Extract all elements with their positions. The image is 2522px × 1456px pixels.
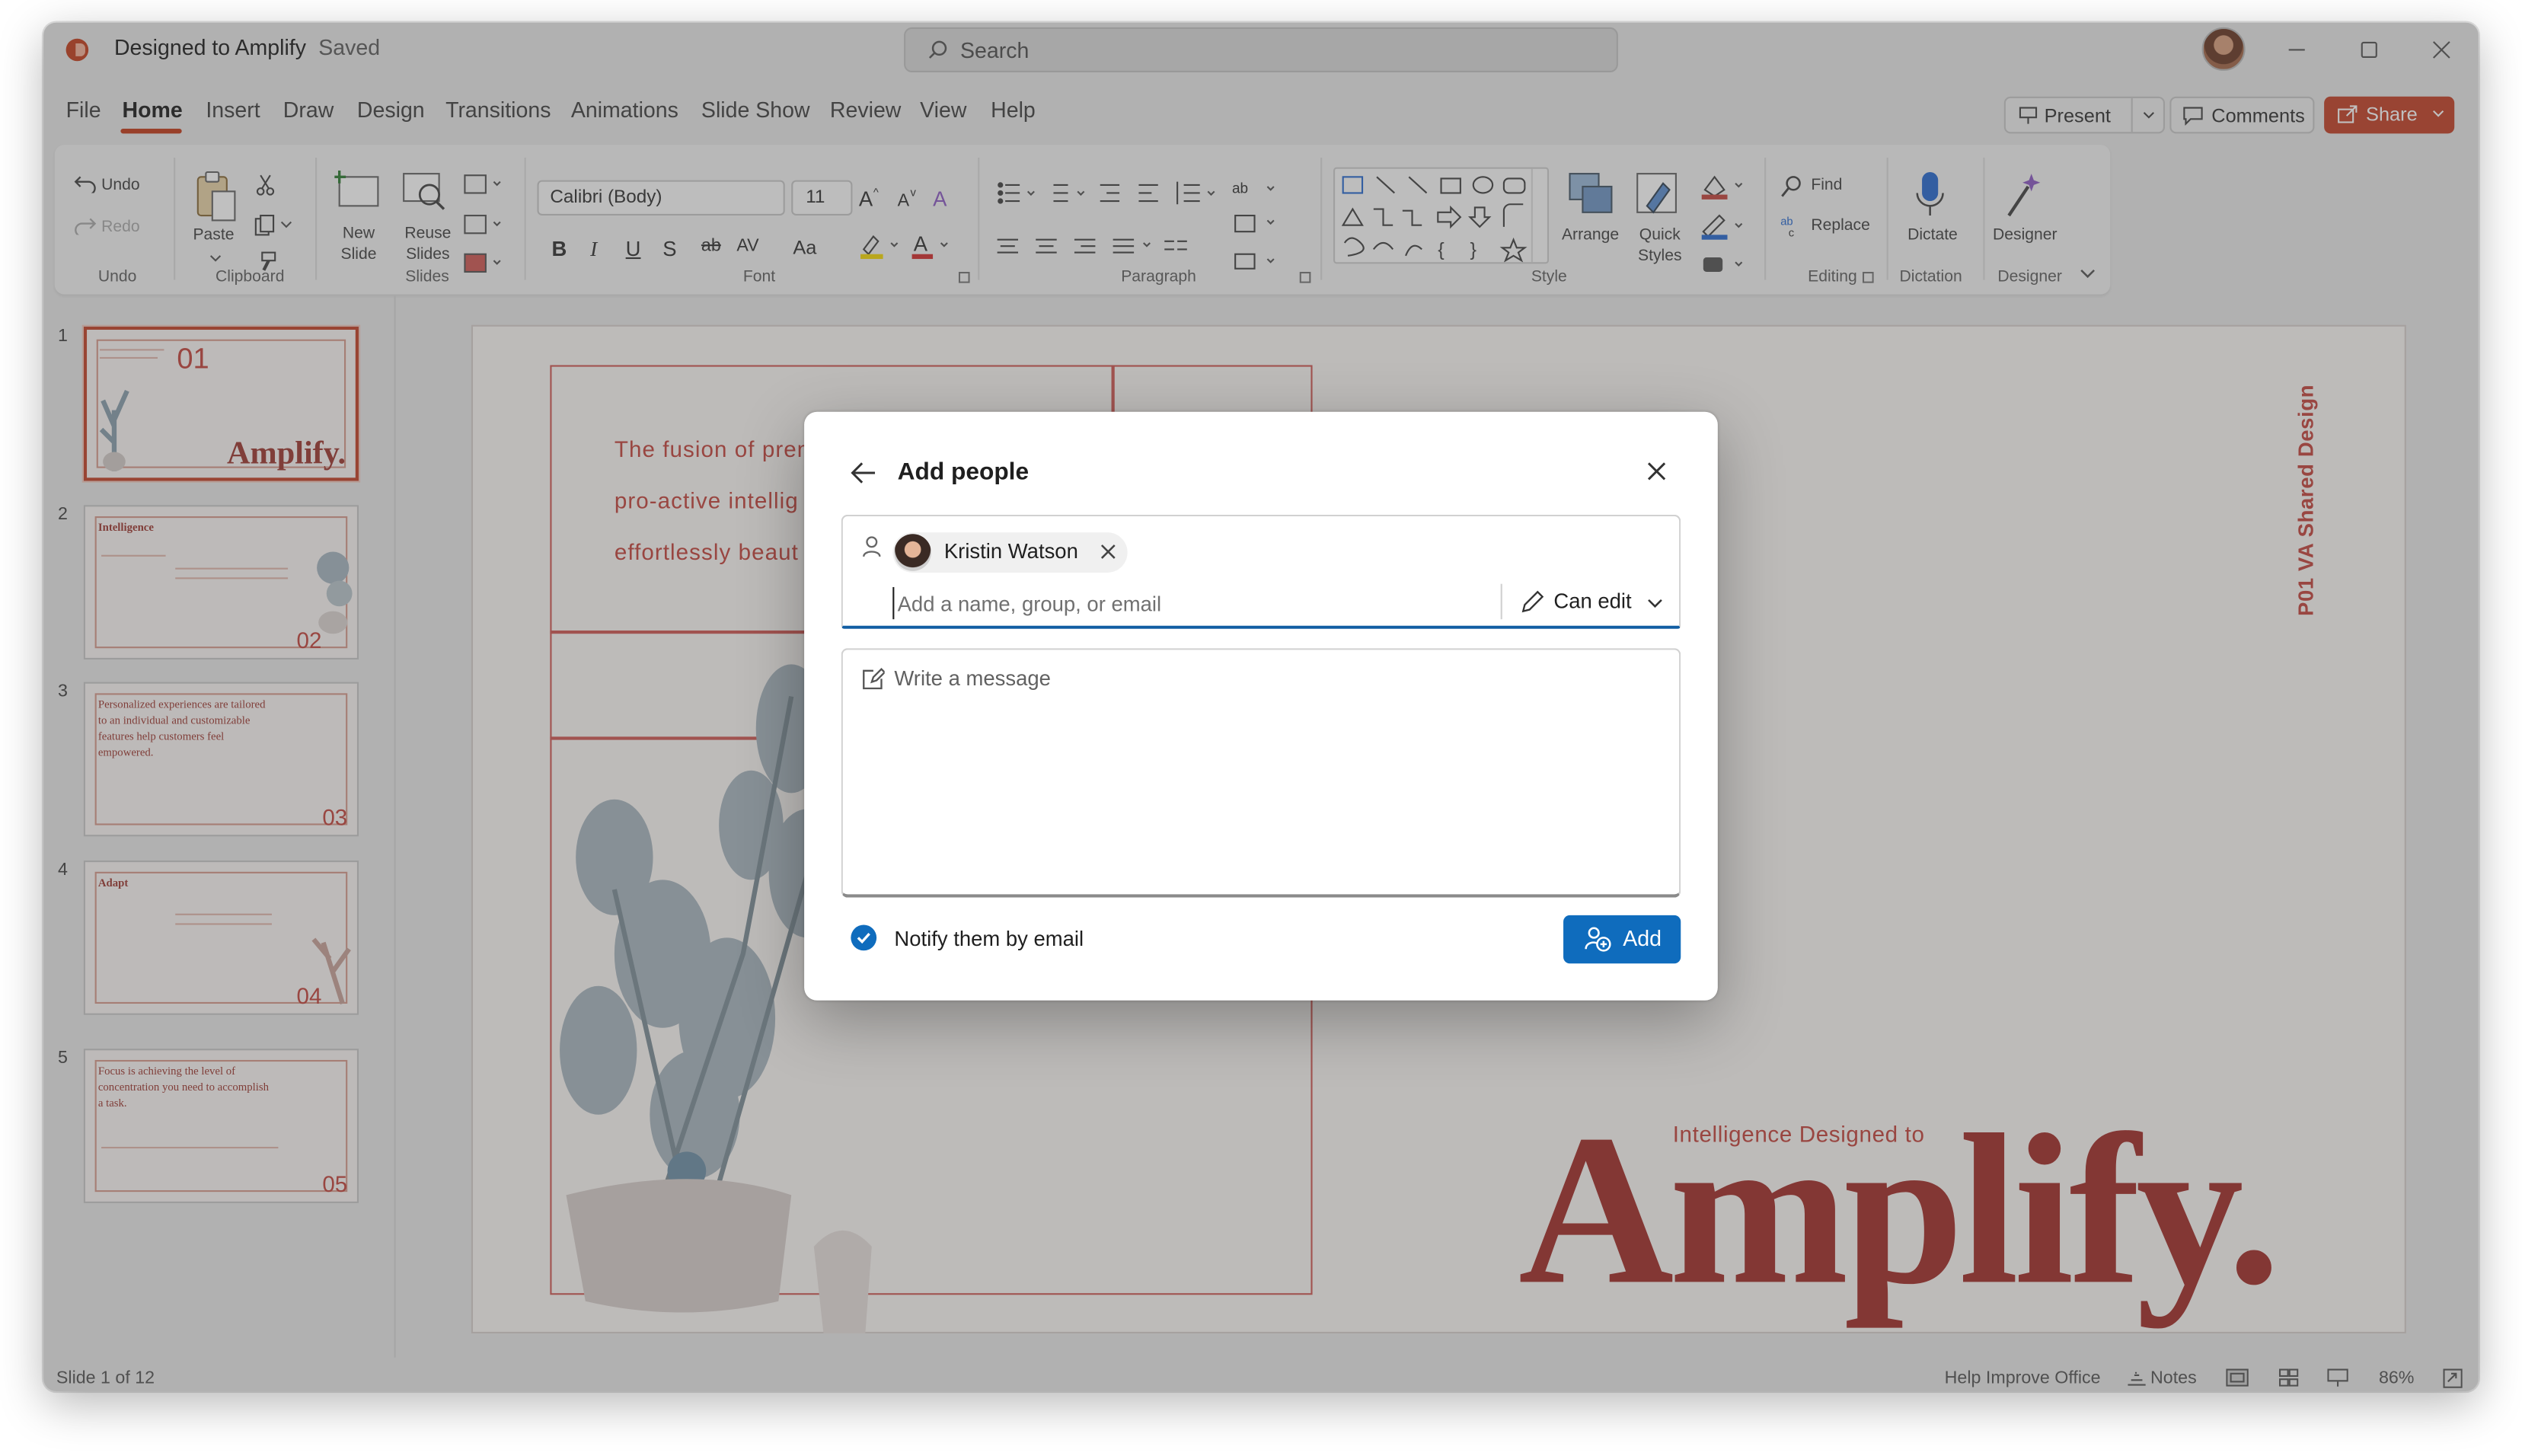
notify-label[interactable]: Notify them by email <box>894 927 1084 951</box>
dialog-title: Add people <box>897 458 1030 486</box>
add-people-dialog: Add people Kristin Watson Can edit Notif… <box>804 411 1718 1001</box>
back-arrow-icon[interactable] <box>849 458 878 487</box>
edit-message-icon <box>863 668 885 690</box>
permission-dropdown[interactable]: Can edit <box>1520 587 1668 619</box>
remove-person-icon[interactable] <box>1099 542 1118 561</box>
add-people-input[interactable] <box>892 586 1488 620</box>
person-avatar <box>894 534 931 571</box>
person-chip[interactable]: Kristin Watson <box>892 532 1128 573</box>
message-box[interactable] <box>841 648 1681 898</box>
add-button-label: Add <box>1623 926 1662 951</box>
notify-checkbox[interactable] <box>851 924 877 951</box>
person-icon <box>863 536 881 557</box>
message-input[interactable] <box>894 666 1651 876</box>
close-icon[interactable] <box>1644 458 1670 484</box>
people-picker[interactable]: Kristin Watson Can edit <box>841 514 1681 629</box>
permission-divider <box>1500 583 1502 620</box>
person-name: Kristin Watson <box>943 538 1078 564</box>
add-person-icon <box>1585 927 1611 952</box>
checkmark-icon <box>857 933 870 944</box>
permission-label: Can edit <box>1553 589 1632 613</box>
chevron-down-icon <box>1648 599 1662 608</box>
pencil-icon <box>1521 590 1544 613</box>
add-button[interactable]: Add <box>1563 915 1681 964</box>
